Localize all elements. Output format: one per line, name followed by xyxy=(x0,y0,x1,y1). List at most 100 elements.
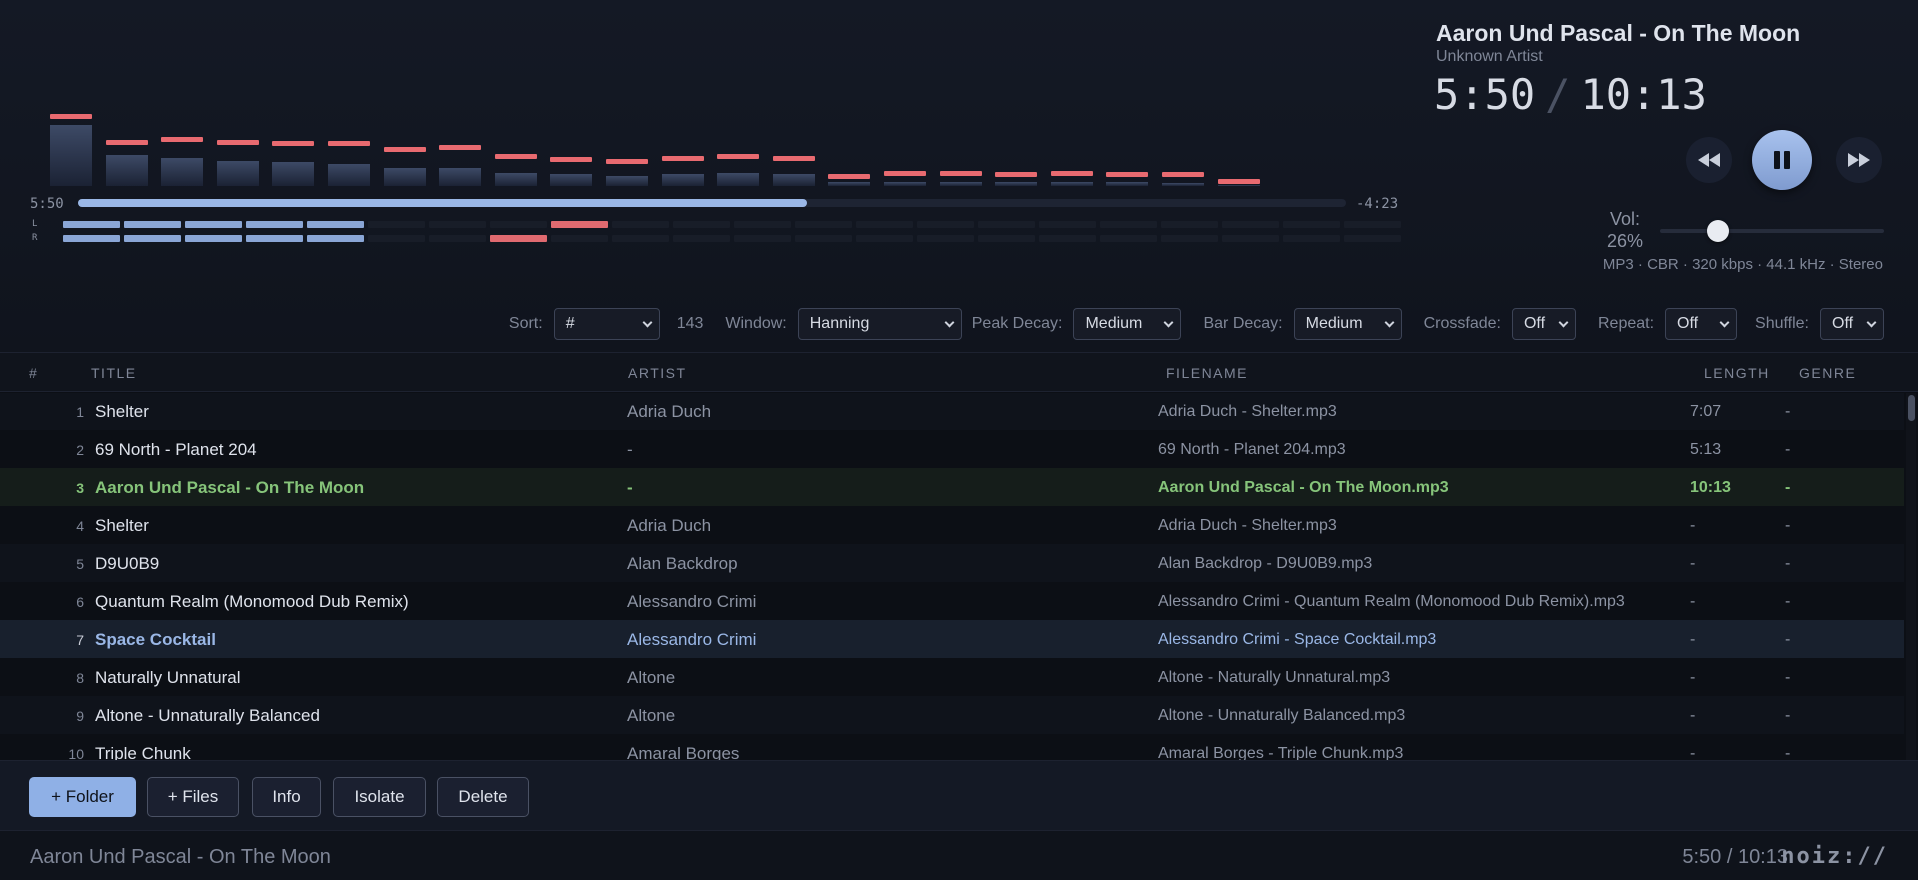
table-row[interactable]: 7 Space Cocktail Alessandro Crimi Alessandr… xyxy=(0,620,1904,658)
vu-meter-left xyxy=(63,221,1401,228)
spectrum-peak xyxy=(939,170,982,176)
bar-decay-select[interactable]: Medium xyxy=(1293,308,1402,340)
clock-separator: / xyxy=(1545,70,1571,119)
previous-button[interactable] xyxy=(1686,137,1732,183)
seek-bar[interactable] xyxy=(78,199,1346,207)
vu-segment xyxy=(1222,221,1279,228)
spectrum-bar xyxy=(494,172,537,186)
vu-segment xyxy=(1100,221,1157,228)
column-filename[interactable]: FILENAME xyxy=(1166,365,1248,381)
crossfade-select[interactable]: Off xyxy=(1511,308,1576,340)
row-genre: - xyxy=(1785,555,1791,572)
spectrum-bar xyxy=(272,162,315,186)
spectrum-bar xyxy=(939,181,982,186)
vu-right-label: R xyxy=(32,233,38,243)
spectrum-peak xyxy=(105,139,148,145)
column-genre[interactable]: GENRE xyxy=(1799,365,1856,381)
shuffle-select[interactable]: Off xyxy=(1820,308,1884,340)
spectrum-band xyxy=(884,112,926,186)
row-title: Space Cocktail xyxy=(95,630,216,649)
sort-select[interactable]: # xyxy=(553,308,660,340)
row-filename: Altone - Naturally Unnatural.mp3 xyxy=(1158,669,1391,686)
table-row[interactable]: 9 Altone - Unnaturally Balanced Altone Alto… xyxy=(0,696,1904,734)
vu-segment xyxy=(490,235,547,242)
spectrum-bar xyxy=(1106,182,1149,186)
spectrum-peak xyxy=(50,114,92,120)
vu-segment xyxy=(490,221,547,228)
clock-position: 5:50 xyxy=(1434,70,1536,119)
delete-button[interactable]: Delete xyxy=(437,777,529,817)
column-title[interactable]: TITLE xyxy=(91,365,137,381)
peak-decay-select-value: Medium xyxy=(1085,315,1143,332)
next-button[interactable] xyxy=(1836,137,1882,183)
row-length: - xyxy=(1690,593,1696,610)
row-title: D9U0B9 xyxy=(95,554,160,573)
scrollbar-thumb[interactable] xyxy=(1908,395,1915,421)
play-pause-button[interactable] xyxy=(1752,130,1812,190)
row-length: - xyxy=(1690,745,1696,760)
column-length[interactable]: LENGTH xyxy=(1704,365,1770,381)
peak-decay-select[interactable]: Medium xyxy=(1073,308,1182,340)
row-filename: 69 North - Planet 204.mp3 xyxy=(1158,441,1346,458)
volume-slider[interactable] xyxy=(1660,220,1884,242)
vu-segment xyxy=(1039,221,1096,228)
window-select[interactable]: Hanning xyxy=(797,308,962,340)
row-length: 7:07 xyxy=(1690,403,1722,420)
spectrum-band xyxy=(328,112,370,186)
spectrum-band xyxy=(550,112,593,186)
vu-segment xyxy=(429,235,486,242)
volume-label-text: Vol: xyxy=(1609,209,1641,229)
status-time: 5:50 / 10:13 xyxy=(1682,846,1788,868)
playlist-scrollbar[interactable] xyxy=(1906,393,1916,760)
crossfade-label: Crossfade: xyxy=(1423,315,1501,332)
row-number: 7 xyxy=(76,632,84,648)
row-filename: Alessandro Crimi - Quantum Realm (Monomo… xyxy=(1158,593,1625,610)
table-row[interactable]: 6 Quantum Realm (Monomood Dub Remix) Aless… xyxy=(0,582,1904,620)
table-row[interactable]: 10 Triple Chunk Amaral Borges Amaral Borges… xyxy=(0,734,1904,760)
spectrum-band xyxy=(717,112,760,186)
chevron-down-icon xyxy=(642,317,653,327)
table-row[interactable]: 5 D9U0B9 Alan Backdrop Alan Backdrop - D9U0… xyxy=(0,544,1904,582)
table-row[interactable]: 3 Aaron Und Pascal - On The Moon - Aaron Un… xyxy=(0,468,1904,506)
table-row[interactable]: 8 Naturally Unnatural Altone Altone - Natur… xyxy=(0,658,1904,696)
vu-segment xyxy=(1100,235,1157,242)
spectrum-band xyxy=(494,112,537,186)
row-length: - xyxy=(1690,631,1696,648)
vu-segment xyxy=(63,221,120,228)
row-artist: Adria Duch xyxy=(627,516,712,535)
vu-segment xyxy=(673,235,730,242)
isolate-button[interactable]: Isolate xyxy=(333,777,426,817)
vu-segment xyxy=(307,235,364,242)
track-count: 143 xyxy=(676,315,704,332)
spectrum-bar xyxy=(50,125,92,186)
spectrum-bar xyxy=(995,182,1038,186)
table-row[interactable]: 1 Shelter Adria Duch Adria Duch - Shelter.m… xyxy=(0,393,1904,430)
spectrum-peak xyxy=(272,141,315,147)
row-number: 5 xyxy=(76,556,84,572)
row-filename: Altone - Unnaturally Balanced.mp3 xyxy=(1158,707,1406,724)
row-number: 4 xyxy=(76,518,84,534)
row-artist: Alessandro Crimi xyxy=(627,592,757,611)
table-row[interactable]: 2 69 North - Planet 204 - 69 North - Planet… xyxy=(0,430,1904,468)
rewind-icon xyxy=(1698,153,1720,167)
table-row[interactable]: 4 Shelter Adria Duch Adria Duch - Shelter.m… xyxy=(0,506,1904,544)
spectrum-band xyxy=(1106,112,1149,186)
row-filename: Adria Duch - Shelter.mp3 xyxy=(1158,403,1337,420)
chevron-down-icon xyxy=(1866,317,1877,327)
repeat-select[interactable]: Off xyxy=(1665,308,1738,340)
now-playing-artist: Unknown Artist xyxy=(1436,48,1543,65)
elapsed-time: 5:50 xyxy=(30,196,64,212)
row-number: 8 xyxy=(76,670,84,686)
row-artist: Alan Backdrop xyxy=(627,554,738,573)
vu-segment xyxy=(1344,235,1401,242)
column-num[interactable]: # xyxy=(29,365,38,381)
volume-slider-handle[interactable] xyxy=(1707,220,1730,242)
add-folder-button[interactable]: + Folder xyxy=(29,777,136,817)
spectrum-peak xyxy=(494,154,537,160)
add-files-button[interactable]: + Files xyxy=(147,777,239,817)
column-artist[interactable]: ARTIST xyxy=(628,365,687,381)
chevron-down-icon xyxy=(944,317,955,327)
info-button[interactable]: Info xyxy=(252,777,321,817)
spectrum-bar xyxy=(661,174,704,186)
spectrum-bar xyxy=(884,181,926,186)
